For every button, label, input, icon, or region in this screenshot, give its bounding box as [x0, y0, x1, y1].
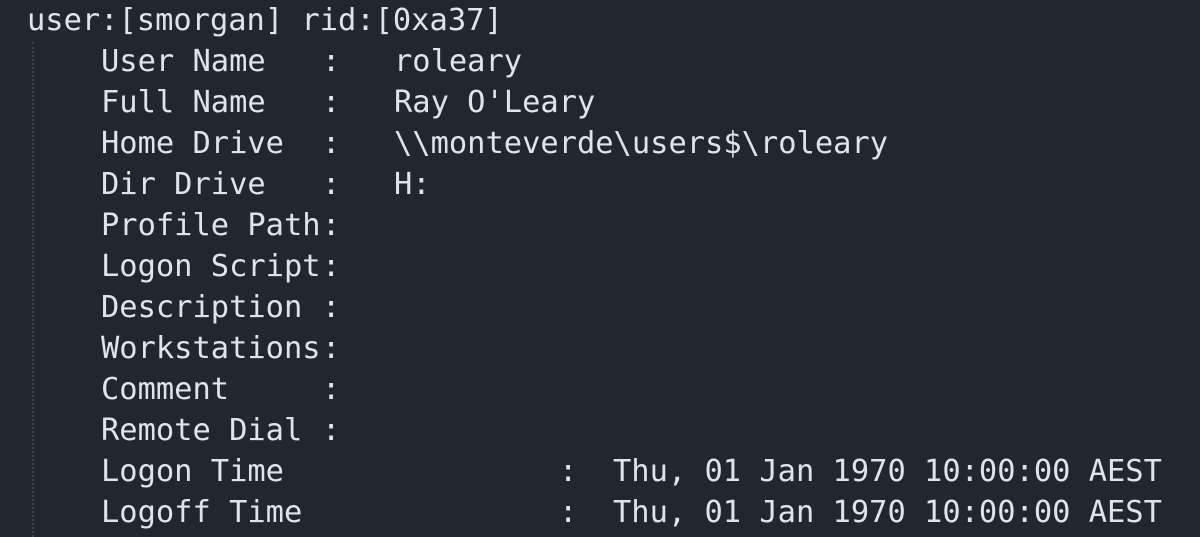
field-row-home-drive: Home Drive : \\monteverde\users$\roleary [101, 123, 1191, 164]
indent-guide [32, 42, 34, 537]
field-separator: : [322, 208, 341, 243]
field-label: Profile Path [101, 208, 321, 243]
field-row-logon-time: Logon Time : Thu, 01 Jan 1970 10:00:00 A… [101, 451, 1191, 492]
field-separator: : [322, 372, 341, 407]
field-row-logon-script: Logon Script : [101, 246, 1191, 287]
field-row-dir-drive: Dir Drive : H: [101, 164, 1191, 205]
field-separator: : [322, 290, 341, 325]
field-separator: : [559, 495, 578, 530]
field-label: Dir Drive [101, 167, 266, 202]
field-row-logoff-time: Logoff Time : Thu, 01 Jan 1970 10:00:00 … [101, 492, 1191, 533]
field-value: Ray O'Leary [394, 85, 596, 120]
field-label: Logoff Time [101, 495, 303, 530]
field-label: Remote Dial [101, 413, 303, 448]
field-separator: : [322, 126, 341, 161]
field-separator: : [322, 167, 341, 202]
field-separator: : [322, 44, 341, 79]
field-label: Full Name [101, 85, 266, 120]
field-row-user-name: User Name : roleary [101, 41, 1191, 82]
user-rid-header: user:[smorgan] rid:[0xa37] [27, 3, 503, 38]
field-value: H: [394, 167, 431, 202]
field-separator: : [322, 249, 341, 284]
field-row-comment: Comment : [101, 369, 1191, 410]
terminal-output: user:[smorgan] rid:[0xa37] User Name : r… [0, 0, 1200, 537]
field-value: roleary [394, 44, 523, 79]
field-label: User Name [101, 44, 266, 79]
field-label: Workstations [101, 331, 321, 366]
field-row-profile-path: Profile Path : [101, 205, 1191, 246]
field-label: Logon Script [101, 249, 321, 284]
field-separator: : [322, 413, 341, 448]
field-label: Logon Time [101, 454, 284, 489]
field-row-full-name: Full Name : Ray O'Leary [101, 82, 1191, 123]
field-separator: : [322, 85, 341, 120]
field-label: Comment [101, 372, 230, 407]
field-separator: : [559, 454, 578, 489]
field-label: Description [101, 290, 303, 325]
timestamp-value: Thu, 01 Jan 1970 10:00:00 AEST [613, 495, 1162, 530]
field-separator: : [322, 331, 341, 366]
field-row-workstations: Workstations : [101, 328, 1191, 369]
timestamp-value: Thu, 01 Jan 1970 10:00:00 AEST [613, 454, 1162, 489]
field-row-remote-dial: Remote Dial : [101, 410, 1191, 451]
field-label: Home Drive [101, 126, 284, 161]
field-row-description: Description : [101, 287, 1191, 328]
field-value: \\monteverde\users$\roleary [394, 126, 889, 161]
